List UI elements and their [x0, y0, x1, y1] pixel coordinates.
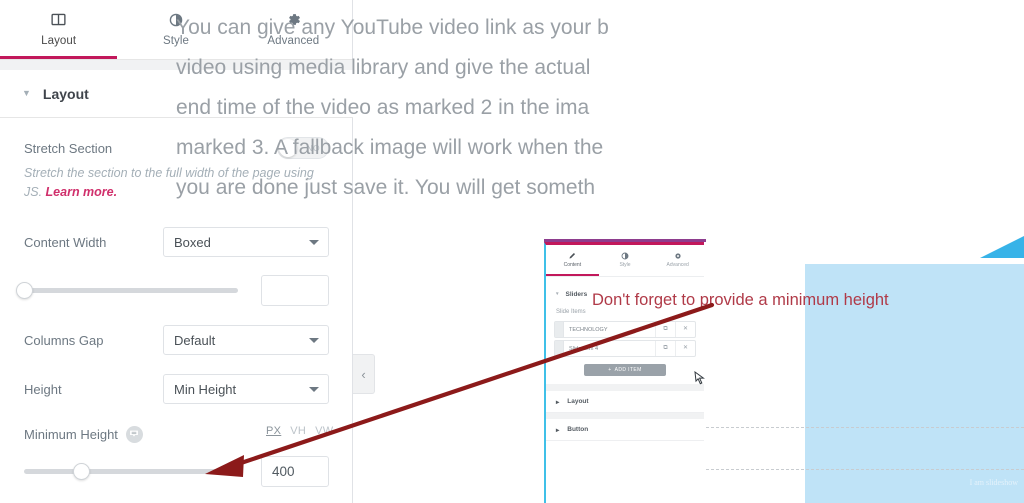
inner-tab-label: Content [563, 262, 582, 268]
chevron-down-icon [309, 387, 319, 392]
mouse-cursor-icon [694, 370, 705, 390]
article-line: video using media library and give the a… [176, 56, 591, 79]
decorative-blue-wedge [980, 236, 1024, 258]
unit-px[interactable]: PX [266, 425, 281, 437]
slide-item-name: Slide Item 4 [569, 345, 599, 352]
gear-icon [674, 251, 682, 260]
add-item-button[interactable]: + ADD ITEM [584, 364, 666, 376]
chevron-down-icon: ▼ [22, 88, 31, 98]
inner-tab-style[interactable]: Style [599, 245, 652, 276]
inner-elementor-panel: Content Style Advanced ▾ Sliders Slide I… [544, 239, 706, 503]
minimum-height-label: Minimum Height [24, 426, 118, 442]
panel-top-accent-bar [544, 239, 706, 242]
inner-section-title: Layout [567, 398, 589, 405]
minimum-height-label-group: Minimum Height [24, 425, 143, 443]
control-content-width: Content Width Boxed [0, 226, 353, 258]
chevron-down-icon: ▾ [556, 291, 559, 297]
slider-track [24, 468, 238, 474]
section-title: Layout [42, 85, 89, 102]
inner-tab-advanced[interactable]: Advanced [651, 245, 704, 276]
section-divider [546, 384, 704, 391]
stretch-section-label: Stretch Section [24, 140, 113, 156]
inner-tab-content[interactable]: Content [546, 245, 599, 276]
chevron-right-icon: ▸ [556, 398, 560, 406]
columns-gap-label: Columns Gap [24, 332, 104, 348]
slider-placeholder-text: I am slideshow [969, 478, 1018, 487]
control-content-width-slider [0, 274, 353, 306]
content-width-label: Content Width [24, 234, 107, 250]
content-width-value: Boxed [174, 234, 211, 250]
columns-gap-value: Default [174, 332, 216, 348]
annotation-text: Don't forget to provide a minimum height [592, 291, 889, 309]
add-item-label: ADD ITEM [614, 367, 642, 373]
contrast-circle-icon [621, 251, 629, 260]
panel-collapse-handle[interactable]: ‹ [353, 354, 375, 394]
inner-tab-label: Style [619, 262, 631, 268]
content-width-value-input[interactable] [261, 274, 329, 306]
chevron-down-icon [309, 338, 319, 343]
height-select[interactable]: Min Height [163, 374, 329, 404]
screenshot-root: Layout Style Advanced ▼ Layout Stretch S… [0, 0, 1024, 503]
responsive-device-icon[interactable] [125, 425, 143, 443]
inner-panel-tab-bar: Content Style Advanced [546, 245, 704, 277]
height-label: Height [24, 381, 62, 397]
slide-item-name: TECHNOLOGY [569, 326, 608, 333]
unit-vh[interactable]: VH [290, 425, 306, 437]
article-line: You can give any YouTube video link as y… [176, 16, 609, 39]
minimum-height-units: PX VH VW [266, 425, 334, 437]
article-paragraph: You can give any YouTube video link as y… [176, 8, 696, 208]
content-width-select[interactable]: Boxed [163, 227, 329, 257]
learn-more-link[interactable]: Learn more. [46, 185, 118, 199]
drag-handle-icon[interactable] [555, 322, 564, 337]
control-height: Height Min Height [0, 373, 353, 405]
drag-handle-icon[interactable] [555, 341, 564, 356]
slider-track [24, 287, 238, 293]
delete-icon[interactable]: ✕ [675, 322, 695, 337]
plus-icon: + [608, 367, 612, 373]
article-line: marked 3. A fallback image will work whe… [176, 136, 604, 159]
control-columns-gap: Columns Gap Default [0, 324, 353, 356]
pencil-icon [568, 251, 576, 260]
content-width-slider[interactable] [15, 281, 238, 299]
inner-section-layout[interactable]: ▸ Layout [546, 391, 704, 413]
article-line: you are done just save it. You will get … [176, 176, 596, 199]
inner-section-title: Sliders [565, 290, 588, 298]
control-minimum-height-slider: 400 [0, 455, 353, 487]
minimum-height-slider[interactable] [24, 462, 238, 480]
height-value: Min Height [174, 381, 237, 397]
article-line: end time of the video as marked 2 in the… [176, 96, 590, 119]
chevron-left-icon: ‹ [361, 366, 366, 382]
embedded-screenshot-figure: I am slideshow Content Style Advanced ▾ … [540, 236, 1024, 503]
slide-item-row[interactable]: Slide Item 4 ⧉ ✕ [554, 340, 696, 357]
layout-columns-icon [50, 10, 67, 30]
chevron-down-icon [309, 240, 319, 245]
inner-section-title: Button [567, 426, 589, 433]
inner-section-button[interactable]: ▸ Button [546, 419, 704, 441]
slider-thumb[interactable] [15, 281, 33, 299]
slider-thumb[interactable] [73, 462, 91, 480]
columns-gap-select[interactable]: Default [163, 325, 329, 355]
unit-vw[interactable]: VW [315, 425, 333, 437]
duplicate-icon[interactable]: ⧉ [655, 341, 675, 356]
chevron-right-icon: ▸ [556, 426, 560, 434]
tab-label: Layout [41, 34, 77, 47]
minimum-height-input[interactable]: 400 [261, 455, 329, 487]
duplicate-icon[interactable]: ⧉ [655, 322, 675, 337]
inner-tab-label: Advanced [666, 262, 689, 268]
slide-item-row[interactable]: TECHNOLOGY ⧉ ✕ [554, 321, 696, 338]
delete-icon[interactable]: ✕ [675, 341, 695, 356]
tab-layout[interactable]: Layout [0, 0, 118, 59]
